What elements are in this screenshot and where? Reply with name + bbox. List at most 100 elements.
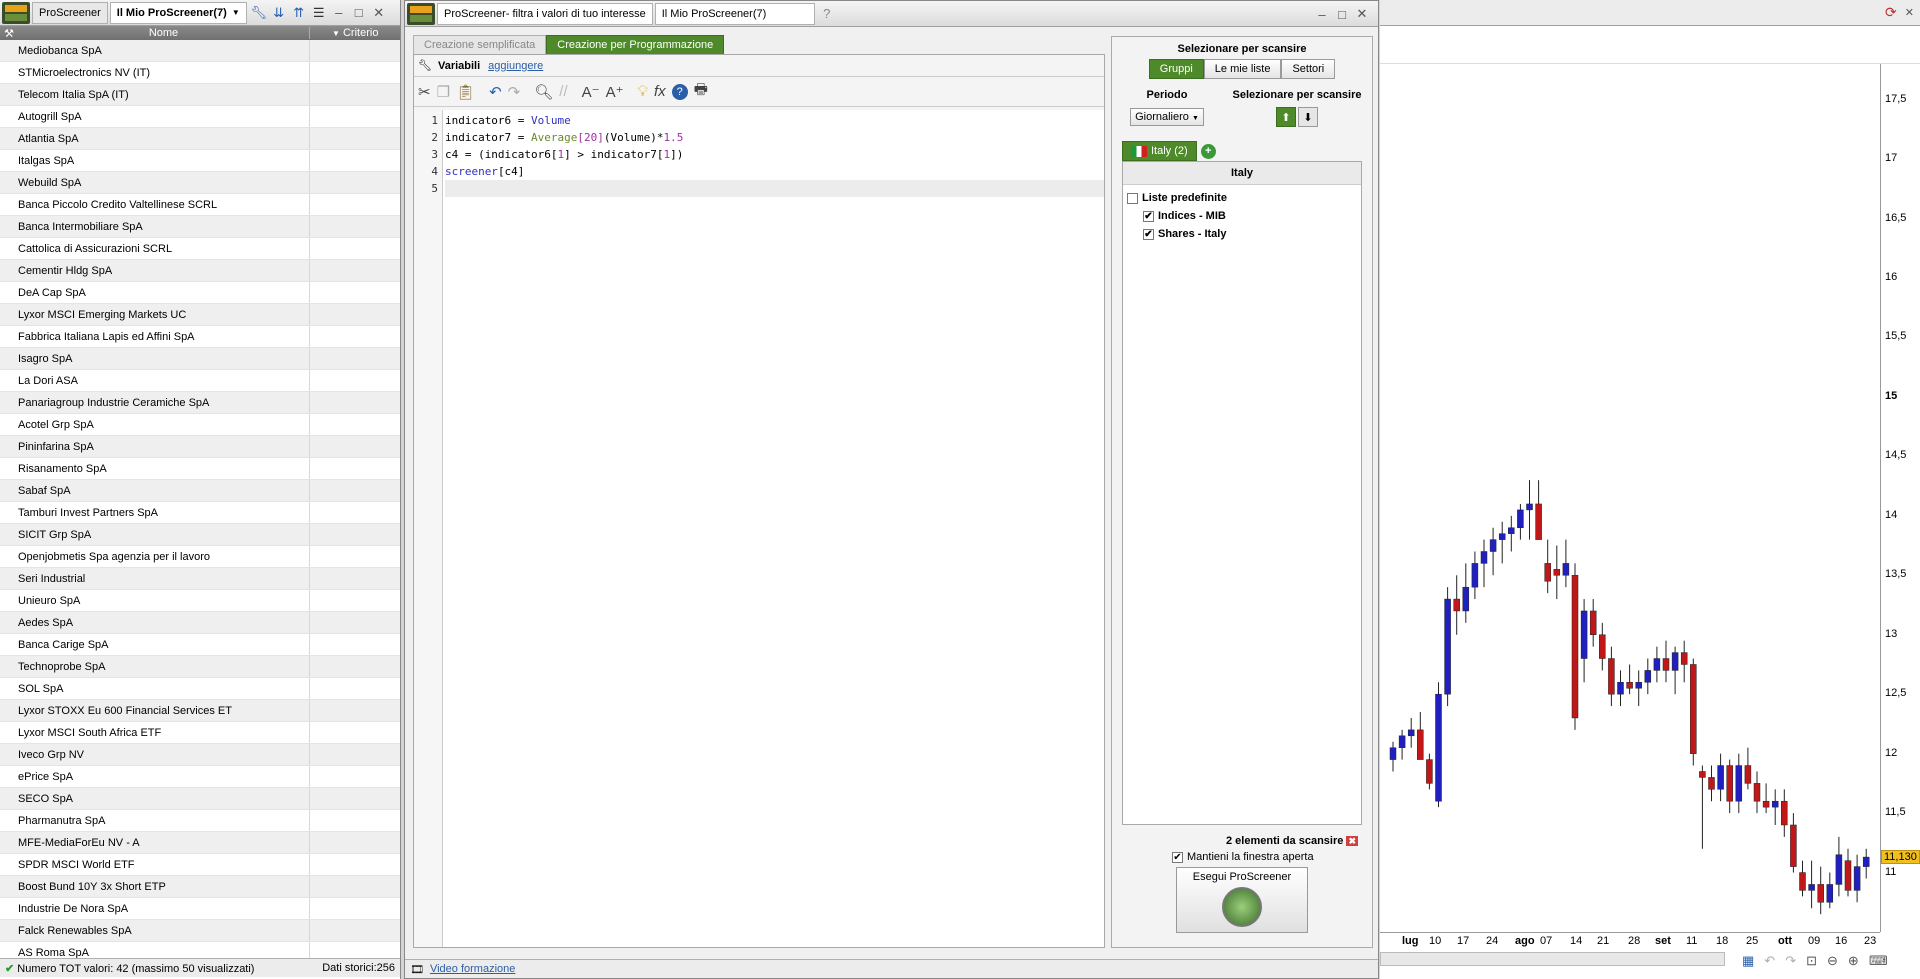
search-icon[interactable]: 🔍︎ (534, 83, 553, 101)
keep-open-checkbox[interactable]: ✔ (1172, 851, 1183, 863)
table-row[interactable]: Isagro SpA (0, 348, 400, 370)
tab-groups[interactable]: Gruppi (1148, 59, 1204, 79)
code-editor[interactable]: 1 2 3 4 5 indicator6 = Volume indicator7 = Av… (414, 110, 1104, 947)
list-checkbox[interactable] (1127, 192, 1138, 204)
table-row[interactable]: Openjobmetis Spa agenzia per il lavoro (0, 546, 400, 568)
maximize-icon[interactable]: □ (349, 3, 369, 23)
table-row[interactable]: ePrice SpA (0, 766, 400, 788)
zoom-reset-icon[interactable]: ⊡ (1806, 953, 1817, 969)
table-row[interactable]: Boost Bund 10Y 3x Short ETP (0, 876, 400, 898)
menu-icon[interactable]: ☰ (309, 3, 329, 23)
table-row[interactable]: Banca Intermobiliare SpA (0, 216, 400, 238)
table-row[interactable]: Fabbrica Italiana Lapis ed Affini SpA (0, 326, 400, 348)
cut-icon[interactable]: ✂ (418, 83, 431, 101)
table-row[interactable]: Mediobanca SpA (0, 40, 400, 62)
table-row[interactable]: STMicroelectronics NV (IT) (0, 62, 400, 84)
table-row[interactable]: Falck Renewables SpA (0, 920, 400, 942)
redo-icon[interactable]: ↷ (508, 83, 521, 101)
undo-icon[interactable]: ↶ (489, 83, 502, 101)
table-row[interactable]: Pharmanutra SpA (0, 810, 400, 832)
font-increase-icon[interactable]: A⁺ (606, 83, 624, 101)
add-variable-link[interactable]: aggiungere (488, 60, 543, 72)
help-icon[interactable]: ? (671, 83, 688, 100)
zoom-in-icon[interactable]: ⊕ (1848, 953, 1859, 969)
calendar-icon[interactable]: ▦ (1742, 953, 1754, 969)
undo-icon[interactable]: ↶ (1764, 953, 1775, 969)
list-item[interactable]: Liste predefinite (1123, 189, 1361, 207)
table-row[interactable]: Lyxor MSCI South Africa ETF (0, 722, 400, 744)
minimize-icon[interactable]: – (329, 3, 349, 23)
table-row[interactable]: AS Roma SpA (0, 942, 400, 958)
table-row[interactable]: Industrie De Nora SpA (0, 898, 400, 920)
table-row[interactable]: Unieuro SpA (0, 590, 400, 612)
tab-my-proscreener[interactable]: Il Mio ProScreener(7) ▼ (109, 1, 247, 24)
zoom-out-icon[interactable]: ⊖ (1827, 953, 1838, 969)
table-row[interactable]: Autogrill SpA (0, 106, 400, 128)
run-proscreener-button[interactable]: Esegui ProScreener (1176, 867, 1308, 933)
table-row[interactable]: Italgas SpA (0, 150, 400, 172)
sort-descending-icon[interactable]: ⬇ (1298, 107, 1318, 127)
tab-simplified-creation[interactable]: Creazione semplificata (413, 35, 547, 55)
wrench-icon[interactable]: 🔧︎ (418, 59, 432, 72)
minimize-icon[interactable]: – (1312, 4, 1332, 24)
table-row[interactable]: La Dori ASA (0, 370, 400, 392)
sort-ascending-icon[interactable]: ⬆ (1276, 107, 1296, 127)
table-row[interactable]: Banca Carige SpA (0, 634, 400, 656)
table-row[interactable]: SICIT Grp SpA (0, 524, 400, 546)
tab-proscreener[interactable]: ProScreener (32, 1, 108, 24)
sort-up-icon[interactable]: ⇈ (289, 3, 309, 23)
wrench-icon[interactable]: 🔧︎ (249, 3, 269, 23)
tab-italy[interactable]: Italy (2) (1122, 141, 1197, 161)
table-row[interactable]: Atlantia SpA (0, 128, 400, 150)
redo-icon[interactable]: ↷ (1785, 953, 1796, 969)
table-row[interactable]: Acotel Grp SpA (0, 414, 400, 436)
close-icon[interactable]: ✕ (1352, 4, 1372, 24)
table-row[interactable]: Iveco Grp NV (0, 744, 400, 766)
tab-sectors[interactable]: Settori (1281, 59, 1336, 79)
chart-scrollbar[interactable] (1380, 952, 1725, 966)
list-checkbox[interactable]: ✔ (1143, 228, 1154, 240)
list-checkbox[interactable]: ✔ (1143, 210, 1154, 222)
tab-programming-creation[interactable]: Creazione per Programmazione (546, 35, 725, 55)
table-row[interactable]: Webuild SpA (0, 172, 400, 194)
list-item[interactable]: ✔ Shares - Italy (1123, 225, 1361, 243)
tab-my-lists[interactable]: Le mie liste (1203, 59, 1282, 79)
table-row[interactable]: Telecom Italia SpA (IT) (0, 84, 400, 106)
column-header-name[interactable]: Nome (18, 27, 310, 39)
table-row[interactable]: DeA Cap SpA (0, 282, 400, 304)
training-video-link[interactable]: Video formazione (430, 963, 515, 975)
close-icon[interactable]: ✕ (369, 3, 389, 23)
add-market-icon[interactable]: + (1200, 143, 1216, 159)
tab-proscreener-filter[interactable]: ProScreener- filtra i valori di tuo inte… (437, 2, 653, 25)
table-row[interactable]: Cattolica di Assicurazioni SCRL (0, 238, 400, 260)
lightbulb-icon[interactable]: 💡︎ (638, 83, 649, 100)
table-row[interactable]: Technoprobe SpA (0, 656, 400, 678)
table-row[interactable]: Seri Industrial (0, 568, 400, 590)
function-icon[interactable]: fx (654, 83, 666, 100)
table-row[interactable]: Pininfarina SpA (0, 436, 400, 458)
table-row[interactable]: Panariagroup Industrie Ceramiche SpA (0, 392, 400, 414)
table-row[interactable]: MFE-MediaForEu NV - A (0, 832, 400, 854)
table-row[interactable]: Lyxor STOXX Eu 600 Financial Services ET (0, 700, 400, 722)
maximize-icon[interactable]: □ (1332, 4, 1352, 24)
table-row[interactable]: Lyxor MSCI Emerging Markets UC (0, 304, 400, 326)
list-item[interactable]: ✔ Indices - MIB (1123, 207, 1361, 225)
tab-my-proscreener-7[interactable]: Il Mio ProScreener(7) (654, 2, 815, 25)
font-decrease-icon[interactable]: A⁻ (582, 83, 600, 101)
refresh-icon[interactable]: ⟳ (1885, 4, 1897, 21)
close-icon[interactable]: ✕ (1905, 6, 1914, 19)
table-row[interactable]: Sabaf SpA (0, 480, 400, 502)
print-icon[interactable]: 🖶︎ (694, 79, 708, 104)
tool-icon[interactable]: ⚒ (0, 27, 18, 40)
clear-icon[interactable]: ✖ (1346, 836, 1358, 846)
keyboard-icon[interactable]: ⌨ (1869, 953, 1888, 969)
paste-icon[interactable]: 📋︎ (456, 83, 475, 101)
table-row[interactable]: Banca Piccolo Credito Valtellinese SCRL (0, 194, 400, 216)
candlestick-chart[interactable] (1380, 64, 1880, 932)
sort-down-icon[interactable]: ⇊ (269, 3, 289, 23)
column-header-criterion[interactable]: ▼ Criterio (310, 27, 378, 39)
table-row[interactable]: SOL SpA (0, 678, 400, 700)
help-icon[interactable]: ? (817, 4, 837, 24)
table-row[interactable]: Cementir Hldg SpA (0, 260, 400, 282)
table-row[interactable]: SECO SpA (0, 788, 400, 810)
